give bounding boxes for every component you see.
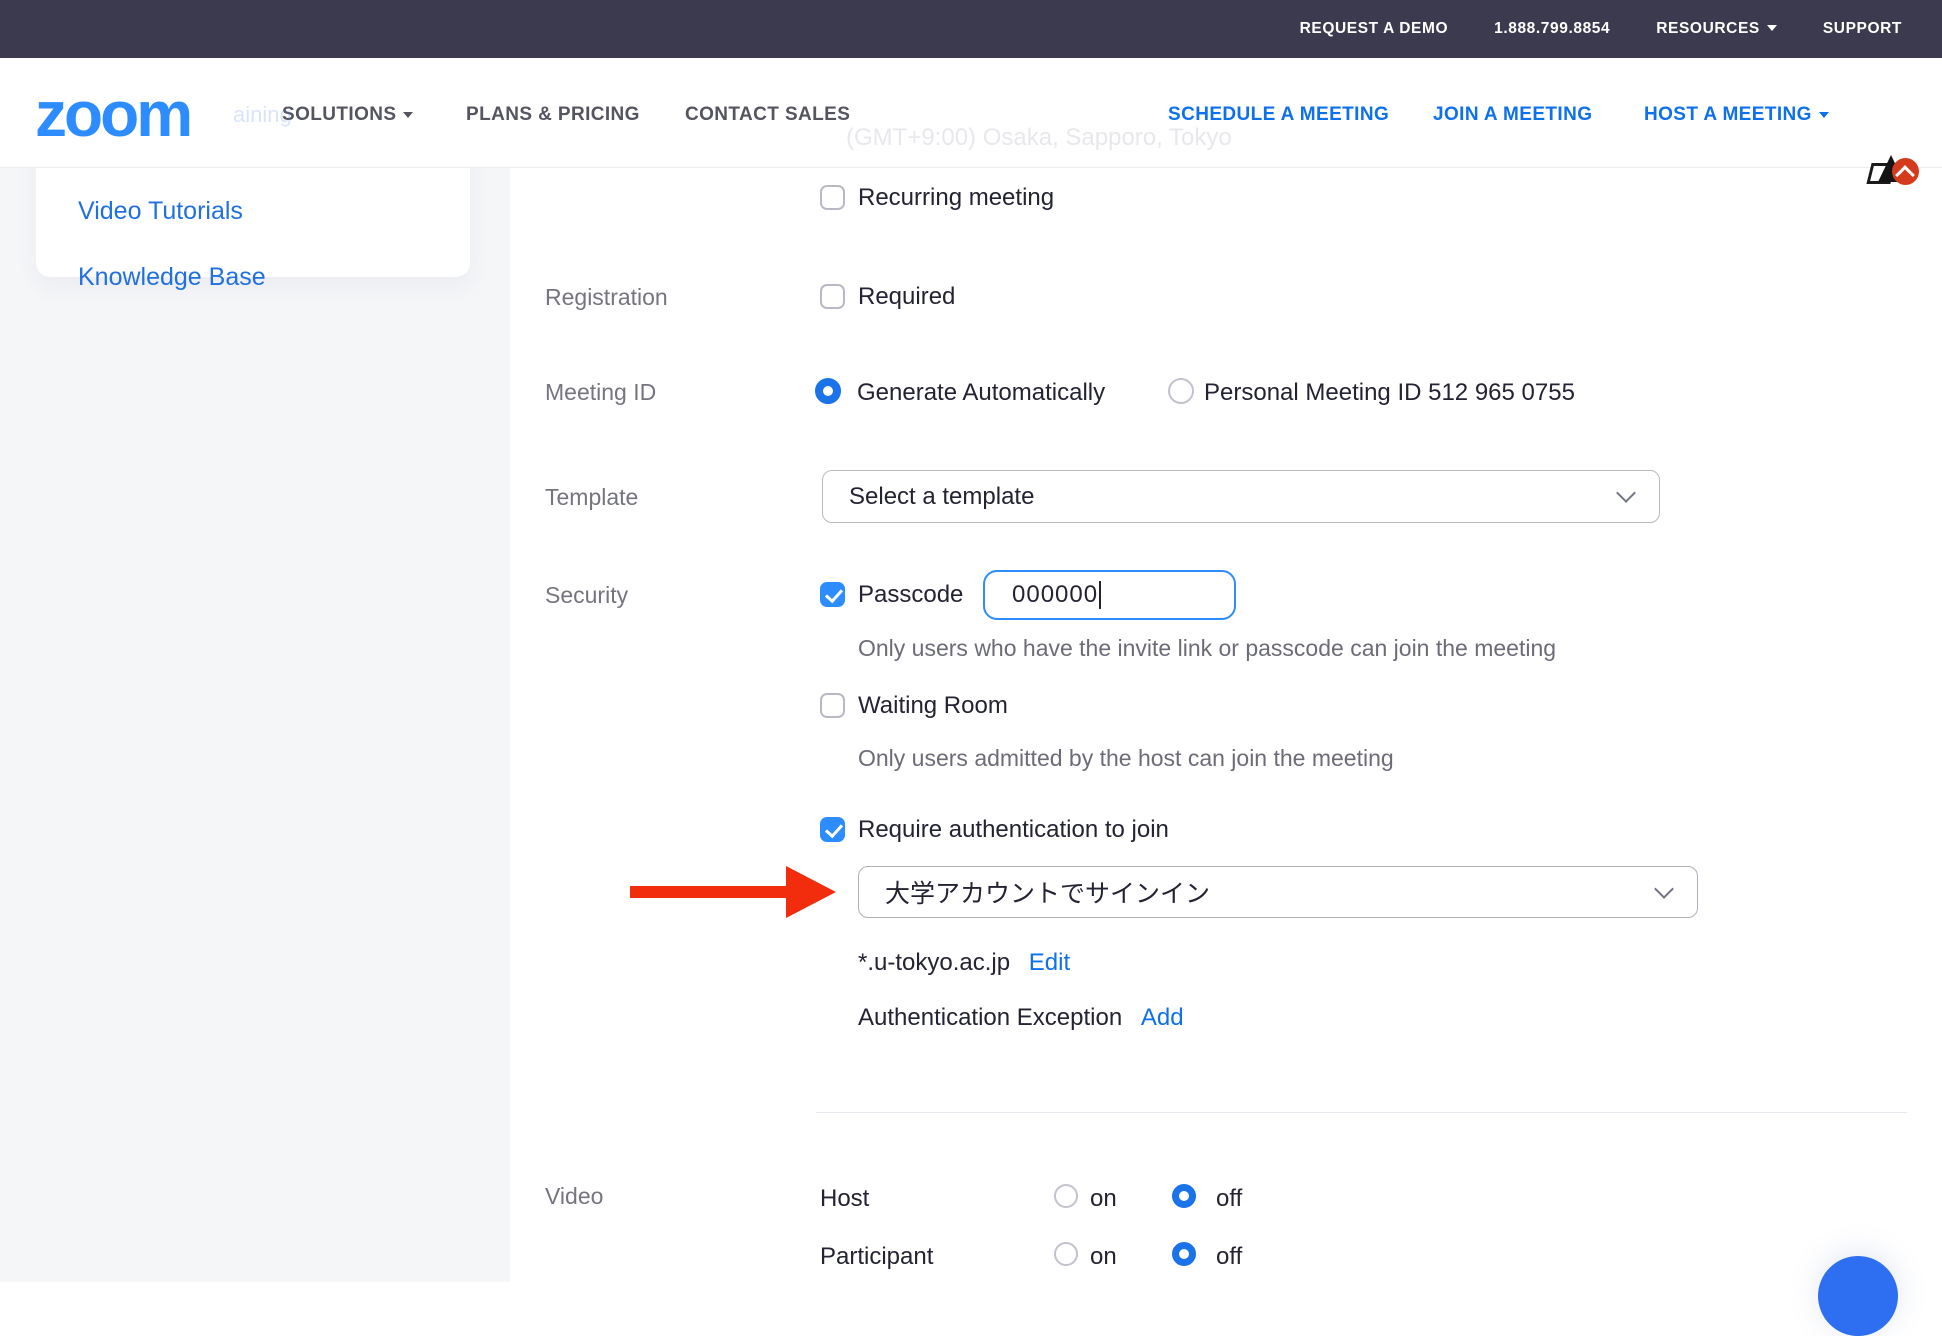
host-video-on-radio[interactable]	[1054, 1184, 1078, 1208]
waiting-room-label: Waiting Room	[858, 692, 1008, 720]
nav-schedule-meeting[interactable]: SCHEDULE A MEETING	[1168, 104, 1389, 126]
passcode-label: Passcode	[858, 581, 963, 609]
edit-link[interactable]: Edit	[1029, 949, 1070, 976]
registration-required-checkbox[interactable]	[820, 284, 845, 309]
request-demo-link[interactable]: REQUEST A DEMO	[1300, 20, 1448, 38]
passcode-checkbox[interactable]	[820, 582, 845, 607]
help-floating-button[interactable]	[1818, 1256, 1898, 1336]
host-video-on-label: on	[1090, 1185, 1117, 1213]
sidebar: Video Tutorials Knowledge Base	[0, 58, 510, 1282]
host-video-off-label: off	[1216, 1185, 1242, 1213]
template-select[interactable]: Select a template	[822, 470, 1660, 523]
video-host-label: Host	[820, 1185, 869, 1213]
video-label: Video	[545, 1182, 603, 1210]
nav-join-meeting[interactable]: JOIN A MEETING	[1433, 104, 1592, 126]
recurring-meeting-label: Recurring meeting	[858, 184, 1054, 212]
auth-exception-row: Authentication Exception Add	[858, 1004, 1184, 1032]
main-navbar: zoom SOLUTIONS PLANS & PRICING CONTACT S…	[0, 58, 1942, 168]
personal-meeting-id-radio[interactable]	[1168, 378, 1194, 404]
resources-menu[interactable]: RESOURCES	[1656, 20, 1777, 38]
chevron-down-icon	[1616, 483, 1636, 503]
template-label: Template	[545, 483, 638, 511]
generate-automatically-label: Generate Automatically	[857, 379, 1105, 407]
nav-contact-sales[interactable]: CONTACT SALES	[685, 104, 850, 126]
sidebar-item-knowledge-base[interactable]: Knowledge Base	[78, 263, 266, 291]
red-arrow-head	[786, 866, 836, 918]
participant-video-on-label: on	[1090, 1243, 1117, 1271]
nav-solutions[interactable]: SOLUTIONS	[282, 104, 413, 126]
profile-avatar[interactable]	[1869, 155, 1919, 187]
chevron-down-icon	[1819, 112, 1829, 118]
template-select-value: Select a template	[849, 483, 1034, 511]
add-link[interactable]: Add	[1141, 1004, 1184, 1031]
personal-meeting-id-label: Personal Meeting ID 512 965 0755	[1204, 379, 1575, 407]
phone-number[interactable]: 1.888.799.8854	[1494, 20, 1610, 38]
waiting-room-checkbox[interactable]	[820, 693, 845, 718]
chevron-down-icon	[1767, 25, 1777, 31]
generate-automatically-radio[interactable]	[815, 378, 841, 404]
section-divider	[816, 1112, 1907, 1113]
utility-topbar: REQUEST A DEMO 1.888.799.8854 RESOURCES …	[0, 0, 1942, 58]
red-arrow-annotation	[630, 886, 788, 898]
chevron-down-icon	[403, 112, 413, 118]
require-authentication-checkbox[interactable]	[820, 817, 845, 842]
require-authentication-label: Require authentication to join	[858, 816, 1169, 844]
participant-video-off-radio[interactable]	[1172, 1242, 1196, 1266]
security-label: Security	[545, 581, 628, 609]
participant-video-off-label: off	[1216, 1243, 1242, 1271]
auth-method-select-value: 大学アカウントでサインイン	[885, 874, 1210, 910]
registration-required-label: Required	[858, 283, 955, 311]
auth-method-select[interactable]: 大学アカウントでサインイン	[858, 866, 1698, 918]
host-video-off-radio[interactable]	[1172, 1184, 1196, 1208]
passcode-input[interactable]: 000000	[983, 570, 1236, 620]
participant-video-on-radio[interactable]	[1054, 1242, 1078, 1266]
auth-domain-row: *.u-tokyo.ac.jp Edit	[858, 949, 1070, 977]
passcode-value: 000000	[1012, 581, 1098, 609]
waiting-room-helper-text: Only users admitted by the host can join…	[858, 745, 1394, 772]
recurring-meeting-checkbox[interactable]	[820, 185, 845, 210]
sidebar-item-video-tutorials[interactable]: Video Tutorials	[78, 197, 243, 225]
video-participant-label: Participant	[820, 1243, 933, 1271]
meeting-id-label: Meeting ID	[545, 378, 656, 406]
registration-label: Registration	[545, 283, 668, 311]
text-cursor	[1099, 581, 1101, 609]
nav-plans-pricing[interactable]: PLANS & PRICING	[466, 104, 640, 126]
chevron-down-icon	[1654, 879, 1674, 899]
passcode-helper-text: Only users who have the invite link or p…	[858, 635, 1556, 662]
auth-domain-value: *.u-tokyo.ac.jp	[858, 949, 1010, 976]
support-link[interactable]: SUPPORT	[1823, 20, 1902, 38]
nav-host-meeting[interactable]: HOST A MEETING	[1644, 104, 1829, 126]
auth-exception-label: Authentication Exception	[858, 1004, 1122, 1031]
zoom-logo[interactable]: zoom	[35, 82, 190, 146]
